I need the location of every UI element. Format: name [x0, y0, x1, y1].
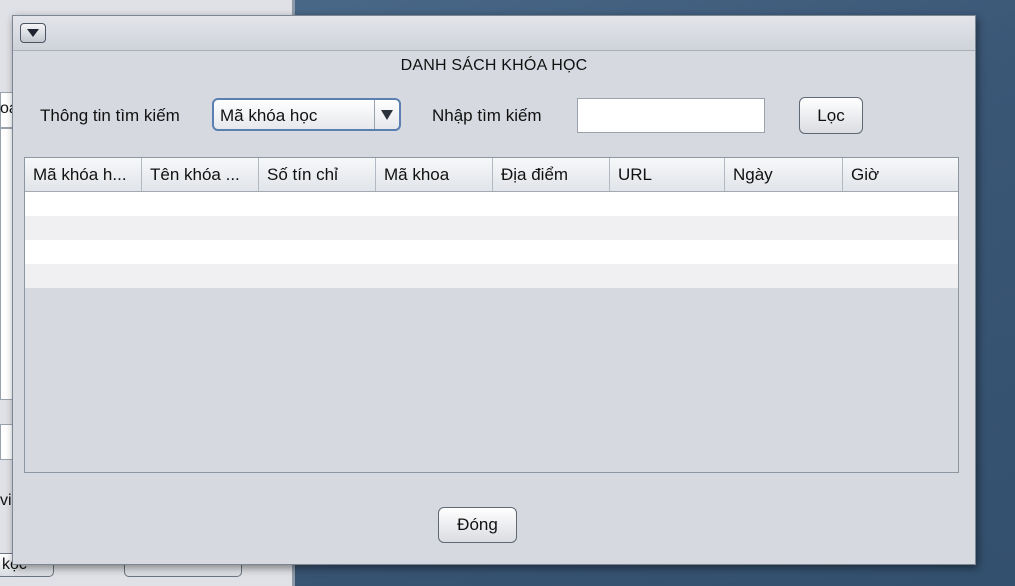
dropdown-arrow[interactable] [374, 100, 399, 129]
column-header-date[interactable]: Ngày [725, 158, 843, 191]
column-header-location[interactable]: Địa điểm [493, 158, 610, 191]
column-header-credits[interactable]: Số tín chỉ [259, 158, 376, 191]
column-header-department-id[interactable]: Mã khoa [376, 158, 493, 191]
search-input[interactable] [577, 98, 765, 133]
chevron-down-icon [381, 109, 393, 120]
triangle-down-icon [27, 29, 39, 37]
course-list-dialog: DANH SÁCH KHÓA HỌC Thông tin tìm kiếm Mã… [12, 15, 976, 565]
window-menu-button[interactable] [20, 23, 46, 43]
column-header-course-id[interactable]: Mã khóa h... [25, 158, 142, 191]
dialog-content: DANH SÁCH KHÓA HỌC Thông tin tìm kiếm Mã… [19, 51, 969, 561]
filter-button[interactable]: Lọc [799, 97, 863, 134]
search-field-selected: Mã khóa học [220, 106, 318, 125]
course-table: Mã khóa h... Tên khóa ... Số tín chỉ Mã … [24, 157, 959, 473]
column-header-url[interactable]: URL [610, 158, 725, 191]
table-row-empty [25, 192, 958, 216]
column-header-time[interactable]: Giờ [843, 158, 958, 191]
dialog-titlebar [13, 16, 975, 51]
dialog-heading: DANH SÁCH KHÓA HỌC [400, 57, 588, 74]
close-button[interactable]: Đóng [438, 507, 517, 543]
table-row-empty [25, 264, 958, 288]
background-text-fragment: vi [0, 492, 12, 509]
search-info-label: Thông tin tìm kiếm [40, 106, 180, 125]
table-row-empty [25, 240, 958, 264]
table-row-empty [25, 216, 958, 240]
search-field-select[interactable]: Mã khóa học [212, 98, 401, 131]
table-header: Mã khóa h... Tên khóa ... Số tín chỉ Mã … [25, 158, 958, 192]
column-header-course-name[interactable]: Tên khóa ... [142, 158, 259, 191]
search-input-label: Nhập tìm kiếm [432, 106, 542, 125]
